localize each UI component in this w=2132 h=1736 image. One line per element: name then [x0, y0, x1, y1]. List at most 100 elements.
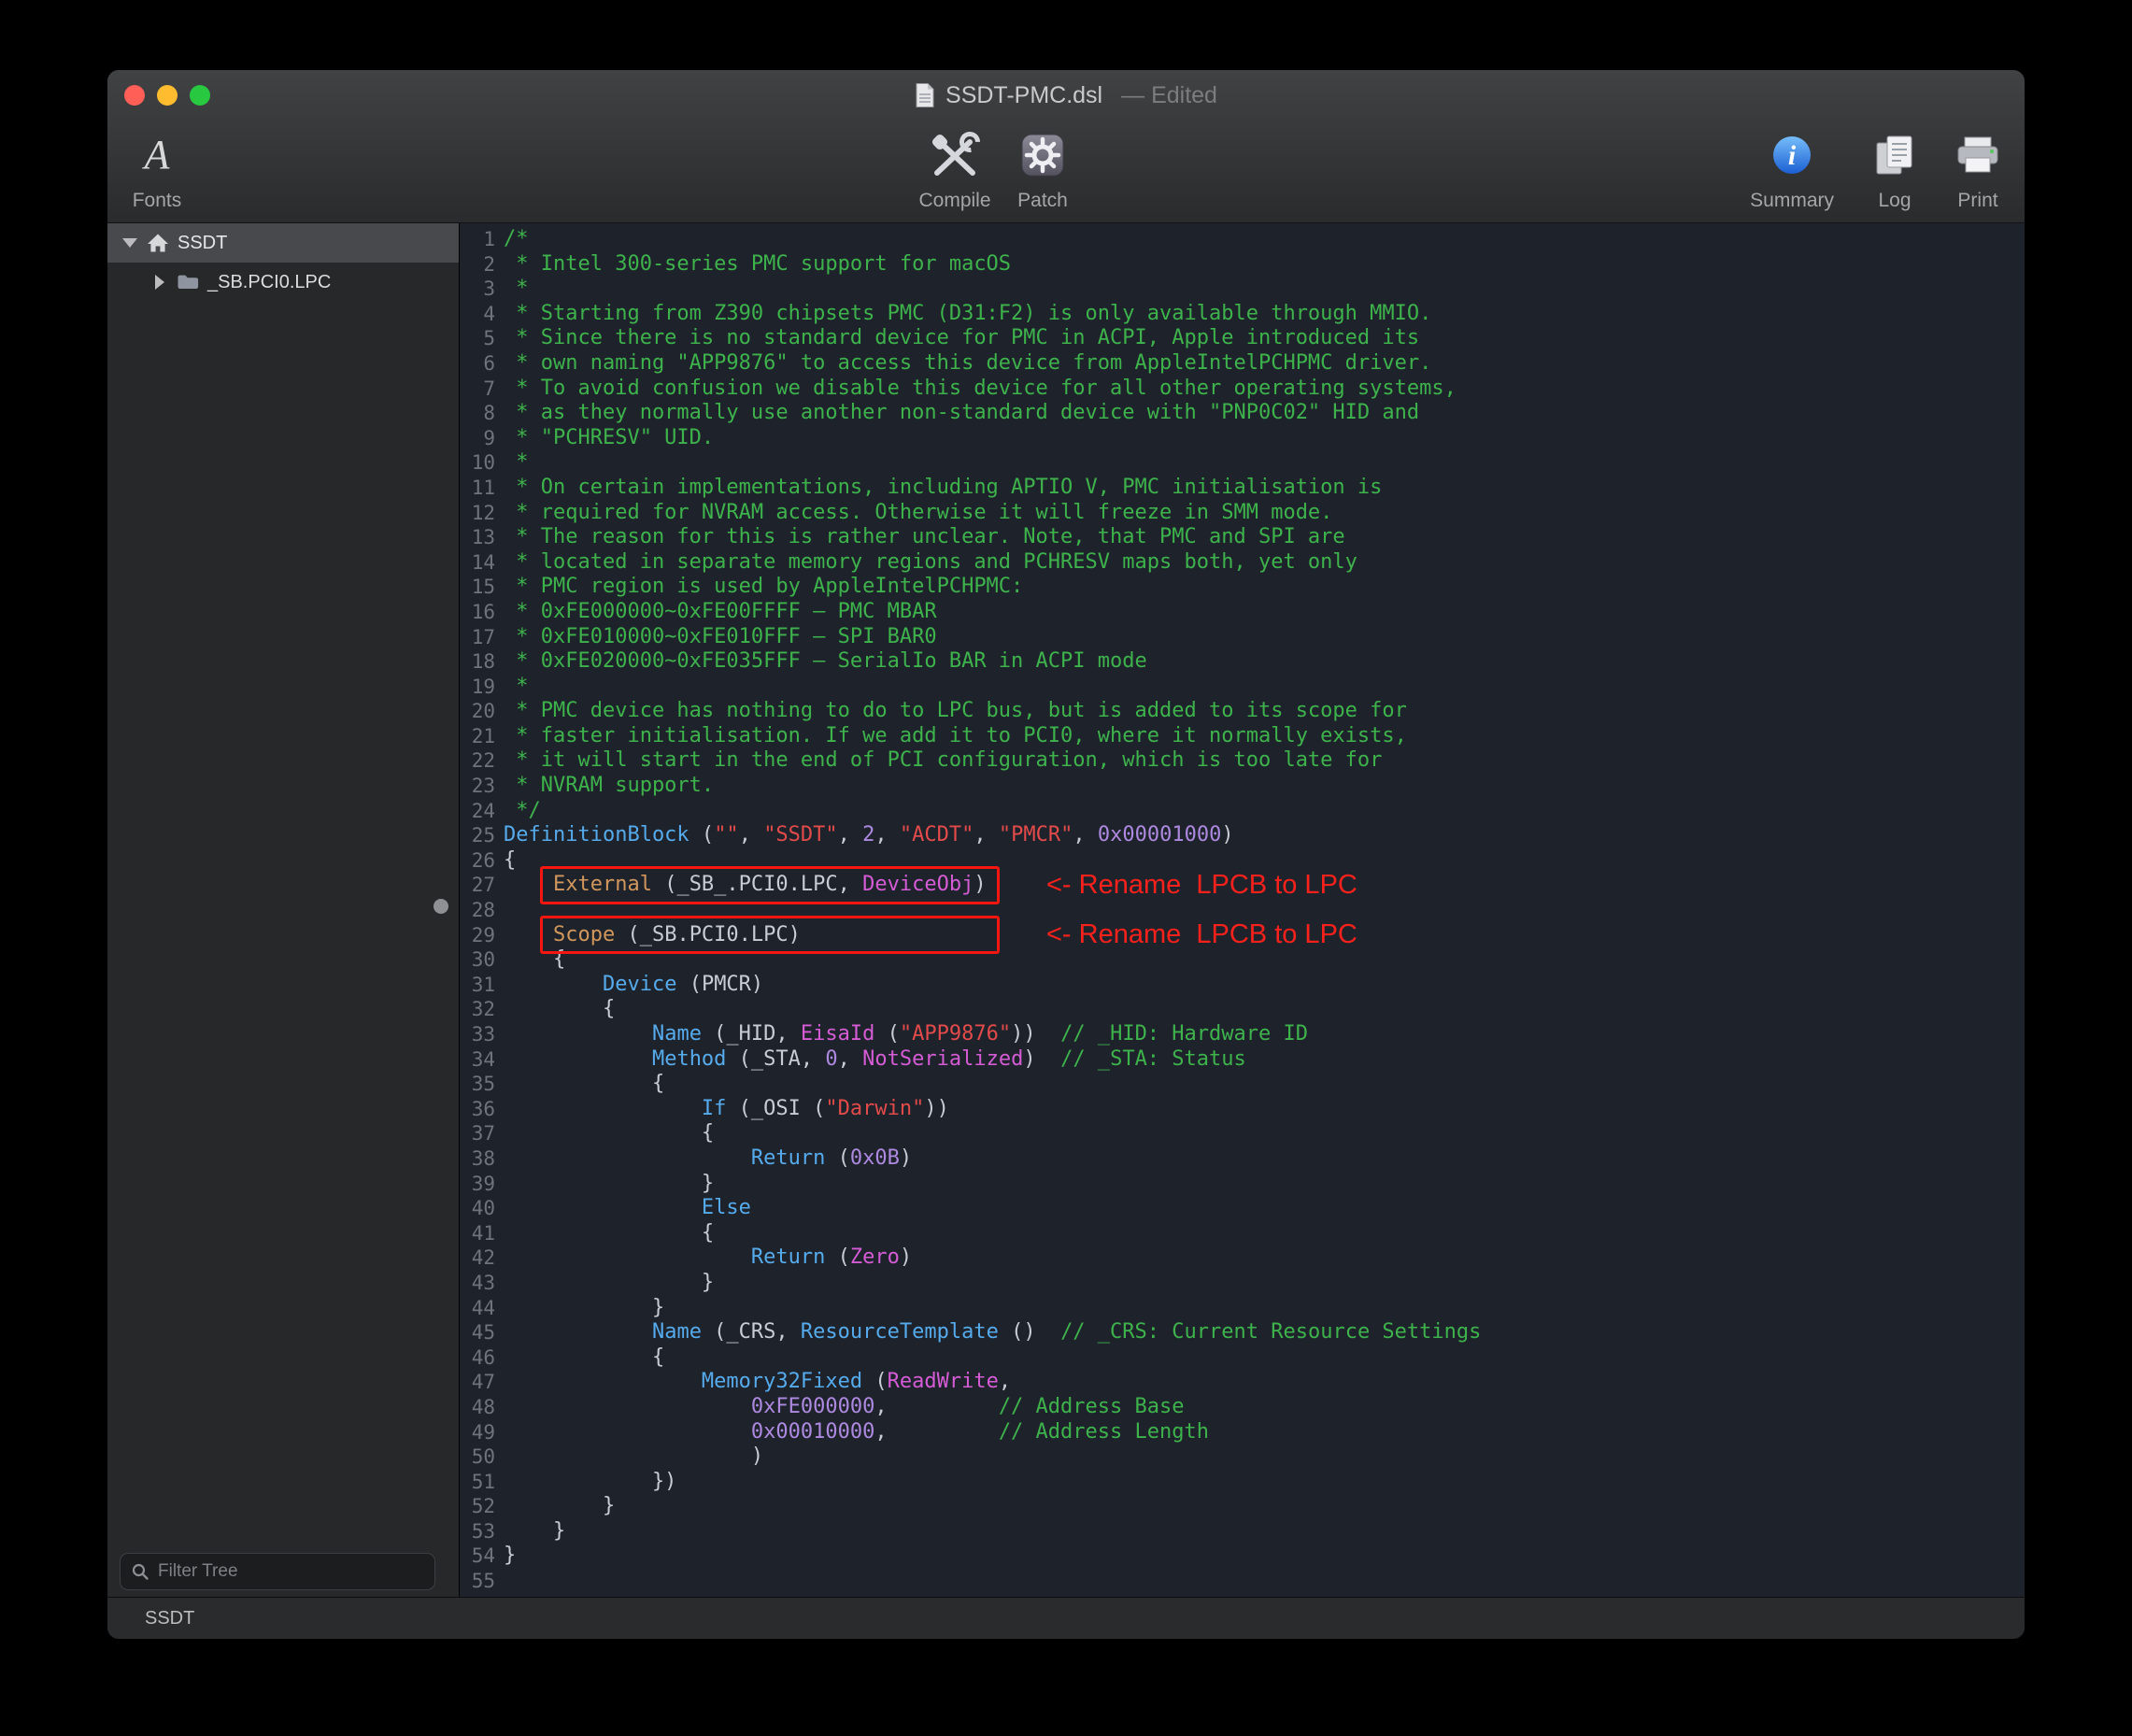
code-line[interactable]: 21 * faster initialisation. If we add it…	[460, 724, 2025, 749]
code-line[interactable]: 23 * NVRAM support.	[460, 774, 2025, 799]
code-line[interactable]: 54}	[460, 1544, 2025, 1569]
code-line[interactable]: 12 * required for NVRAM access. Otherwis…	[460, 501, 2025, 526]
code-line[interactable]: 4 * Starting from Z390 chipsets PMC (D31…	[460, 302, 2025, 327]
code-line[interactable]: 8 * as they normally use another non-sta…	[460, 401, 2025, 426]
line-number: 43	[460, 1271, 495, 1296]
patch-button[interactable]: Patch	[1001, 122, 1085, 212]
code-text: Return (Zero)	[495, 1245, 912, 1271]
sidebar-item-sb-pci0-lpc[interactable]: _SB.PCI0.LPC	[107, 263, 459, 302]
code-line[interactable]: 5 * Since there is no standard device fo…	[460, 326, 2025, 351]
code-line[interactable]: 15 * PMC region is used by AppleIntelPCH…	[460, 575, 2025, 600]
code-line[interactable]: 7 * To avoid confusion we disable this d…	[460, 377, 2025, 402]
sidebar-item-ssdt[interactable]: SSDT	[107, 223, 459, 263]
line-number: 33	[460, 1022, 495, 1047]
document-icon	[915, 82, 935, 108]
filter-tree-field[interactable]	[120, 1553, 435, 1590]
code-text: }	[495, 1296, 664, 1321]
print-button[interactable]: Print	[1955, 122, 2000, 212]
code-text: * Since there is no standard device for …	[495, 326, 1419, 351]
code-text: * PMC device has nothing to do to LPC bu…	[495, 699, 1407, 724]
line-number: 40	[460, 1196, 495, 1221]
log-button[interactable]: Log	[1873, 122, 1916, 212]
disclosure-down-icon[interactable]	[122, 238, 137, 248]
code-line[interactable]: 43 }	[460, 1271, 2025, 1296]
code-line[interactable]: 44 }	[460, 1296, 2025, 1321]
code-line[interactable]: 25DefinitionBlock ("", "SSDT", 2, "ACDT"…	[460, 823, 2025, 848]
code-line[interactable]: 49 0x00010000, // Address Length	[460, 1420, 2025, 1445]
disclosure-right-icon[interactable]	[155, 275, 164, 290]
line-number: 49	[460, 1420, 495, 1445]
code-line[interactable]: 50 )	[460, 1444, 2025, 1470]
code-text: }	[495, 1494, 615, 1519]
code-line[interactable]: 2 * Intel 300-series PMC support for mac…	[460, 252, 2025, 277]
code-line[interactable]: 32 {	[460, 997, 2025, 1022]
code-line[interactable]: 52 }	[460, 1494, 2025, 1519]
code-text: * own naming "APP9876" to access this de…	[495, 351, 1431, 377]
code-line[interactable]: 35 {	[460, 1072, 2025, 1097]
code-editor[interactable]: 1/*2 * Intel 300-series PMC support for …	[460, 223, 2025, 1597]
code-line[interactable]: 20 * PMC device has nothing to do to LPC…	[460, 699, 2025, 724]
code-line[interactable]: 3 *	[460, 277, 2025, 302]
code-text: /*	[495, 227, 529, 252]
patch-label: Patch	[1017, 190, 1068, 212]
code-text: )	[495, 1444, 763, 1470]
code-line[interactable]: 37 {	[460, 1121, 2025, 1146]
code-line[interactable]: 22 * it will start in the end of PCI con…	[460, 748, 2025, 774]
fonts-button[interactable]: A Fonts	[115, 122, 199, 212]
titlebar: SSDT-PMC.dsl — Edited	[107, 81, 2025, 109]
code-text: * On certain implementations, including …	[495, 476, 1382, 501]
line-number: 14	[460, 550, 495, 576]
status-bar: SSDT	[107, 1597, 2025, 1639]
code-line[interactable]: 16 * 0xFE000000~0xFE00FFFF — PMC MBAR	[460, 600, 2025, 625]
code-text: Else	[495, 1196, 751, 1221]
window-title-edited: — Edited	[1121, 82, 1217, 109]
code-line[interactable]: 55	[460, 1569, 2025, 1594]
code-line[interactable]: 17 * 0xFE010000~0xFE010FFF — SPI BAR0	[460, 625, 2025, 650]
filter-tree-input[interactable]	[158, 1561, 424, 1582]
code-line[interactable]: 31 Device (PMCR)	[460, 973, 2025, 998]
code-line[interactable]: 13 * The reason for this is rather uncle…	[460, 525, 2025, 550]
code-text: Memory32Fixed (ReadWrite,	[495, 1370, 1011, 1395]
code-line[interactable]: 9 * "PCHRESV" UID.	[460, 426, 2025, 451]
code-line[interactable]: 10 *	[460, 450, 2025, 476]
code-text: * 0xFE010000~0xFE010FFF — SPI BAR0	[495, 625, 937, 650]
code-line[interactable]: 38 Return (0x0B)	[460, 1146, 2025, 1172]
code-line[interactable]: 33 Name (_HID, EisaId ("APP9876")) // _H…	[460, 1022, 2025, 1047]
code-line[interactable]: 18 * 0xFE020000~0xFE035FFF — SerialIo BA…	[460, 649, 2025, 675]
annotation-box-scope	[540, 916, 1000, 954]
maciasl-window: SSDT-PMC.dsl — Edited A Fonts Compile	[107, 70, 2025, 1639]
code-line[interactable]: 40 Else	[460, 1196, 2025, 1221]
code-line[interactable]: 48 0xFE000000, // Address Base	[460, 1395, 2025, 1420]
code-line[interactable]: 51 })	[460, 1470, 2025, 1495]
code-line[interactable]: 19 *	[460, 675, 2025, 700]
line-number: 27	[460, 873, 495, 898]
code-line[interactable]: 46 {	[460, 1345, 2025, 1371]
code-line[interactable]: 34 Method (_STA, 0, NotSerialized) // _S…	[460, 1047, 2025, 1073]
code-line[interactable]: 45 Name (_CRS, ResourceTemplate () // _C…	[460, 1320, 2025, 1345]
code-line[interactable]: 1/*	[460, 227, 2025, 252]
print-label: Print	[1957, 190, 1997, 212]
code-line[interactable]: 47 Memory32Fixed (ReadWrite,	[460, 1370, 2025, 1395]
line-number: 50	[460, 1444, 495, 1470]
code-line[interactable]: 36 If (_OSI ("Darwin"))	[460, 1097, 2025, 1122]
line-number: 47	[460, 1370, 495, 1395]
line-number: 42	[460, 1245, 495, 1271]
code-line[interactable]: 41 {	[460, 1221, 2025, 1246]
sidebar: SSDT _SB.PCI0.LPC	[107, 223, 460, 1597]
line-number: 24	[460, 799, 495, 824]
code-line[interactable]: 42 Return (Zero)	[460, 1245, 2025, 1271]
code-line[interactable]: 14 * located in separate memory regions …	[460, 550, 2025, 576]
compile-button[interactable]: Compile	[913, 122, 997, 212]
code-line[interactable]: 11 * On certain implementations, includi…	[460, 476, 2025, 501]
code-text: * as they normally use another non-stand…	[495, 401, 1419, 426]
sidebar-item-label: SSDT	[178, 233, 227, 254]
summary-button[interactable]: i Summary	[1750, 122, 1834, 212]
code-line[interactable]: 6 * own naming "APP9876" to access this …	[460, 351, 2025, 377]
line-number: 12	[460, 501, 495, 526]
compile-label: Compile	[918, 190, 990, 212]
code-text: If (_OSI ("Darwin"))	[495, 1097, 949, 1122]
code-line[interactable]: 24 */	[460, 799, 2025, 824]
code-line[interactable]: 53 }	[460, 1519, 2025, 1544]
line-number: 39	[460, 1172, 495, 1197]
code-line[interactable]: 39 }	[460, 1172, 2025, 1197]
